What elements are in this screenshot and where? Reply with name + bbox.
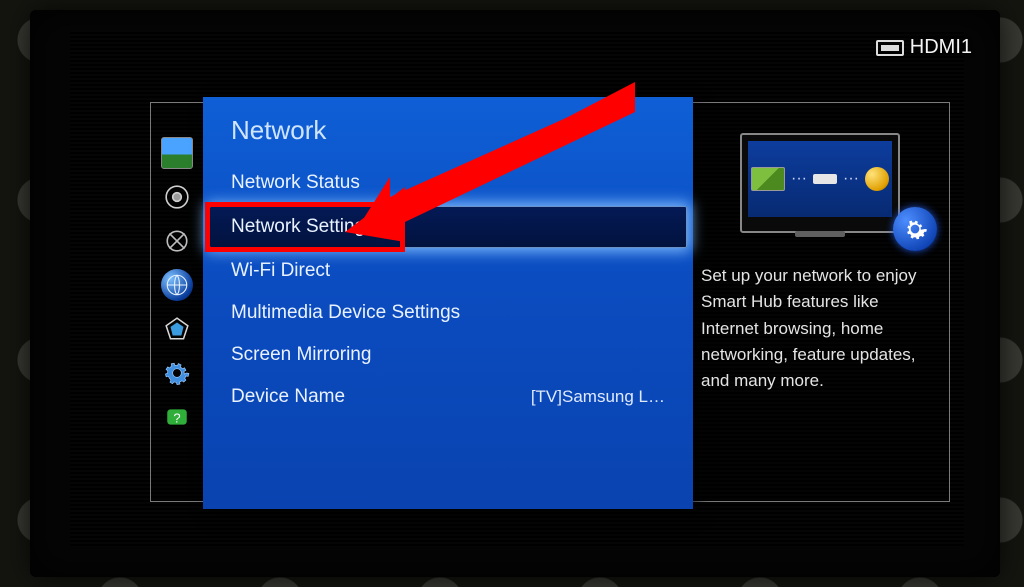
menu-item-network-settings[interactable]: Network Settings	[209, 206, 687, 248]
system-icon[interactable]	[161, 357, 193, 389]
mini-picture-icon	[751, 167, 785, 191]
menu-item-label: Device Name	[231, 386, 345, 408]
broadcast-icon[interactable]	[161, 225, 193, 257]
menu-item-multimedia-device-settings[interactable]: Multimedia Device Settings	[203, 292, 693, 334]
category-rail: ?	[157, 137, 197, 491]
info-panel: ··· ··· Set up your network to enjoy Sma…	[701, 113, 939, 491]
menu-item-network-status[interactable]: Network Status	[203, 162, 693, 204]
menu-panel: Network Network Status Network Settings	[203, 97, 693, 509]
settings-frame: ? Network Network Status Network Setting…	[150, 102, 950, 502]
hdmi-icon	[876, 40, 904, 56]
menu-title: Network	[203, 115, 693, 162]
picture-icon[interactable]	[161, 137, 193, 169]
menu-item-device-name[interactable]: Device Name [TV]Samsung L…	[203, 376, 693, 418]
menu-item-label: Network Status	[231, 172, 360, 194]
input-source-badge: HDMI1	[876, 36, 972, 59]
menu-item-screen-mirroring[interactable]: Screen Mirroring	[203, 334, 693, 376]
sound-icon[interactable]	[161, 181, 193, 213]
menu-item-label: Wi-Fi Direct	[231, 260, 330, 282]
info-description: Set up your network to enjoy Smart Hub f…	[701, 263, 939, 395]
mini-globe-icon	[865, 167, 889, 191]
menu-item-label: Screen Mirroring	[231, 344, 371, 366]
menu-list: Network Status Network Settings Wi-Fi Di…	[203, 162, 693, 418]
network-icon[interactable]	[161, 269, 193, 301]
support-icon[interactable]: ?	[161, 401, 193, 433]
mini-router-icon	[813, 174, 837, 184]
menu-item-label: Network Settings	[231, 216, 375, 238]
menu-item-label: Multimedia Device Settings	[231, 302, 460, 324]
preview-illustration: ··· ···	[701, 113, 939, 253]
tv-mock-icon: ··· ···	[740, 133, 900, 233]
menu-item-wifi-direct[interactable]: Wi-Fi Direct	[203, 250, 693, 292]
gear-badge-icon	[893, 207, 937, 251]
svg-text:?: ?	[173, 410, 180, 425]
menu-item-value: [TV]Samsung L…	[531, 387, 665, 407]
smart-hub-icon[interactable]	[161, 313, 193, 345]
input-source-label: HDMI1	[910, 36, 972, 59]
